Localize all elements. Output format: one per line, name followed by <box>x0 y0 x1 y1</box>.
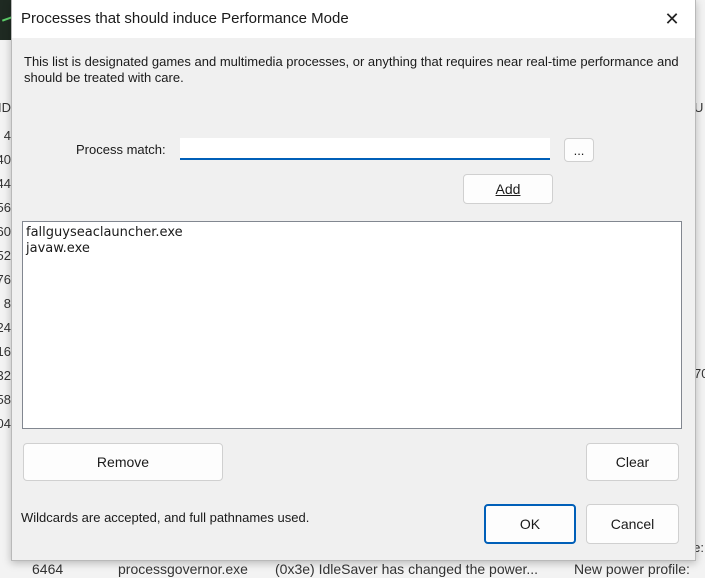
browse-button[interactable]: ... <box>564 138 594 162</box>
background-log-row: 6464 processgovernor.exe (0x3e) IdleSave… <box>0 560 705 578</box>
bg-left-fragment: 58 <box>0 392 11 407</box>
bg-left-fragment: 8 <box>3 296 11 311</box>
dialog-description: This list is designated games and multim… <box>24 54 679 85</box>
bg-left-fragment: 40 <box>0 152 11 167</box>
cancel-button[interactable]: Cancel <box>586 504 679 544</box>
bg-left-fragment: ID <box>0 100 11 115</box>
bg-log-pid: 6464 <box>32 561 64 577</box>
bg-left-fragment: 44 <box>0 176 11 191</box>
bg-left-fragment: 24 <box>0 320 11 335</box>
bg-left-fragment: 04 <box>0 416 11 431</box>
bg-log-process: processgovernor.exe <box>118 561 248 577</box>
dialog-titlebar[interactable]: Processes that should induce Performance… <box>12 0 695 38</box>
close-button[interactable]: ✕ <box>649 0 695 38</box>
background-left-column: ID 4 40 44 56 60 52 76 8 24 16 32 58 04 <box>0 96 11 436</box>
clear-button[interactable]: Clear <box>586 443 679 481</box>
bg-left-fragment: 56 <box>0 200 11 215</box>
dialog-title: Processes that should induce Performance… <box>21 10 349 27</box>
process-list[interactable]: fallguyseaclauncher.exe javaw.exe <box>22 221 682 429</box>
list-item[interactable]: javaw.exe <box>26 241 678 257</box>
bg-left-fragment: 32 <box>0 368 11 383</box>
bg-left-fragment: 16 <box>0 344 11 359</box>
wildcard-note: Wildcards are accepted, and full pathnam… <box>21 510 310 525</box>
bg-left-fragment: 52 <box>0 248 11 263</box>
remove-button[interactable]: Remove <box>23 443 223 481</box>
bg-left-fragment: 76 <box>0 272 11 287</box>
ok-button[interactable]: OK <box>484 504 576 544</box>
performance-mode-dialog: Processes that should induce Performance… <box>11 0 696 561</box>
bg-log-message: (0x3e) IdleSaver has changed the power..… <box>275 561 539 577</box>
add-button[interactable]: Add <box>463 174 553 204</box>
bg-left-fragment: 4 <box>3 128 11 143</box>
bg-log-detail: New power profile: <box>574 561 690 577</box>
close-icon: ✕ <box>664 8 680 29</box>
bg-left-fragment: 60 <box>0 224 11 239</box>
process-match-input[interactable] <box>180 138 550 160</box>
list-item[interactable]: fallguyseaclauncher.exe <box>26 225 678 241</box>
process-match-label: Process match: <box>76 142 166 157</box>
